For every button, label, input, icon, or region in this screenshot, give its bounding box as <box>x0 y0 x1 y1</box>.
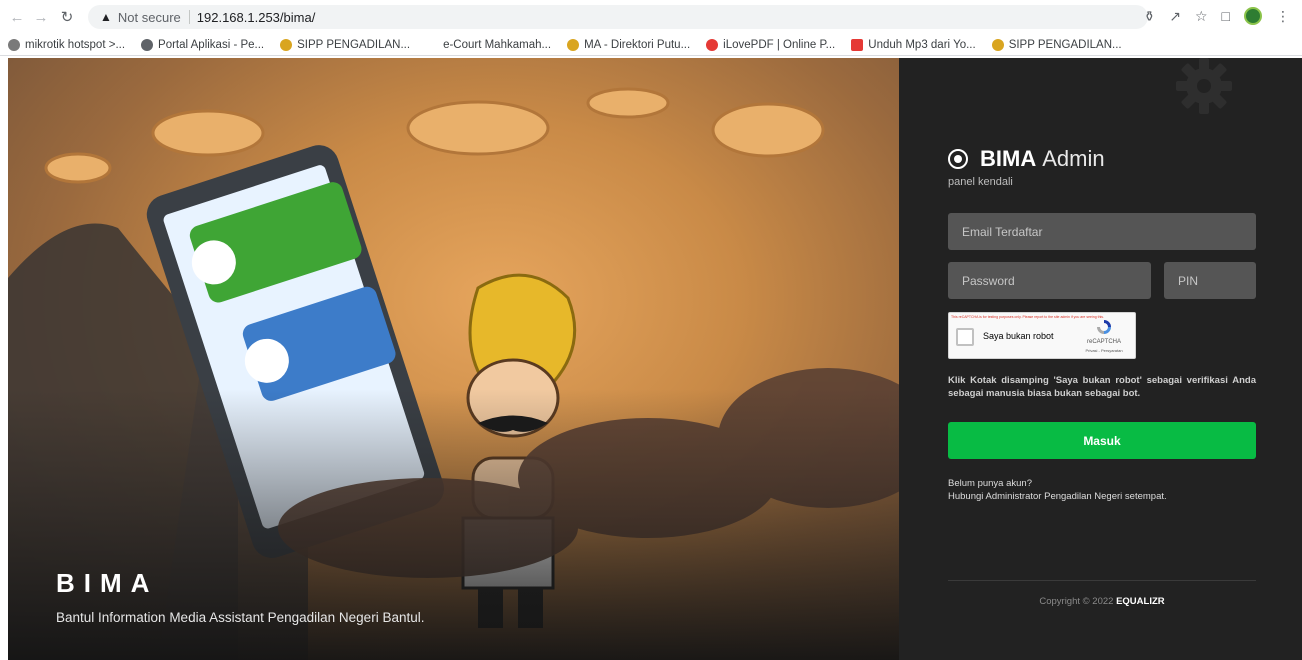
recaptcha-links[interactable]: Privasi - Persyaratan <box>1079 348 1129 353</box>
gear-icon <box>1176 58 1232 114</box>
bookmark-favicon-icon <box>8 38 20 51</box>
bookmark-item[interactable]: Portal Aplikasi - Pe... <box>141 38 264 51</box>
copyright: Copyright © 2022 EQUALIZR <box>948 596 1256 607</box>
brand-heading: BIMA Admin <box>948 146 1105 172</box>
brand-tagline: panel kendali <box>948 176 1013 188</box>
security-status: Not secure <box>117 9 181 25</box>
reload-icon[interactable]: ↻ <box>56 6 78 28</box>
bookmark-item[interactable]: SIPP PENGADILAN... <box>991 38 1122 51</box>
bookmark-item[interactable]: SIPP PENGADILAN... <box>280 38 410 51</box>
key-icon[interactable]: ⚱ <box>1144 8 1156 25</box>
brand-name: BIMA <box>980 146 1037 171</box>
page: BIMA Bantul Information Media Assistant … <box>8 58 1302 660</box>
recaptcha-checkbox[interactable] <box>956 328 974 346</box>
side-panel-icon[interactable]: □ <box>1222 8 1230 24</box>
bookmark-favicon-icon <box>851 38 864 51</box>
extension-icon[interactable] <box>1244 7 1262 25</box>
url-text: 192.168.1.253/bima/ <box>196 9 316 25</box>
captcha-hint: Klik Kotak disamping 'Saya bukan robot' … <box>948 375 1256 399</box>
browser-toolbar: ← → ↻ ▲ Not secure 192.168.1.253/bima/ ⚱… <box>0 0 1302 34</box>
login-button[interactable]: Masuk <box>948 422 1256 459</box>
toolbar-actions: ⚱ ↗ ☆ □ ⋮ <box>1144 7 1290 25</box>
bookmarks-bar: mikrotik hotspot >... Portal Aplikasi - … <box>0 34 1302 56</box>
recaptcha-logo-icon <box>1097 320 1111 334</box>
register-question: Belum punya akun? <box>948 478 1032 489</box>
recaptcha-label: Saya bukan robot <box>983 331 1054 341</box>
register-instruction: Hubungi Administrator Pengadilan Negeri … <box>948 491 1167 502</box>
warning-triangle-icon: ▲ <box>100 10 112 24</box>
bookmark-item[interactable]: Unduh Mp3 dari Yo... <box>851 38 976 51</box>
forward-arrow-icon[interactable]: → <box>30 6 52 28</box>
bookmark-favicon-icon <box>991 38 1004 51</box>
recaptcha-widget: This reCAPTCHA is for testing purposes o… <box>948 312 1136 359</box>
menu-dots-icon[interactable]: ⋮ <box>1276 8 1290 25</box>
bookmark-item[interactable]: iLovePDF | Online P... <box>706 38 835 51</box>
password-field[interactable] <box>948 262 1151 299</box>
bookmark-favicon-icon <box>706 38 719 51</box>
copyright-brand[interactable]: EQUALIZR <box>1116 596 1165 607</box>
bookmark-favicon-icon <box>280 38 293 51</box>
bookmark-favicon-icon <box>141 38 154 51</box>
star-icon[interactable]: ☆ <box>1195 8 1208 25</box>
target-icon <box>948 149 968 169</box>
brand-suffix: Admin <box>1042 146 1105 171</box>
address-bar[interactable]: ▲ Not secure 192.168.1.253/bima/ <box>88 5 1148 29</box>
footer-divider <box>948 580 1256 581</box>
bookmark-item[interactable]: MA - Direktori Putu... <box>567 38 690 51</box>
hero-subtitle: Bantul Information Media Assistant Penga… <box>56 610 425 625</box>
bookmark-item[interactable]: mikrotik hotspot >... <box>8 38 125 51</box>
pin-field[interactable] <box>1164 262 1256 299</box>
back-arrow-icon[interactable]: ← <box>6 6 28 28</box>
bookmark-favicon-icon <box>567 38 580 51</box>
login-panel: BIMA Admin panel kendali This reCAPTCHA … <box>899 58 1302 660</box>
recaptcha-brand: reCAPTCHA <box>1086 339 1121 345</box>
share-icon[interactable]: ↗ <box>1169 8 1181 25</box>
omnibox-separator <box>188 10 190 24</box>
bookmark-favicon-icon <box>426 38 439 51</box>
hero-banner: BIMA Bantul Information Media Assistant … <box>8 58 899 660</box>
bookmark-item[interactable]: e-Court Mahkamah... <box>426 38 551 51</box>
hero-title: BIMA <box>56 568 159 598</box>
email-field[interactable] <box>948 213 1256 250</box>
copyright-text: Copyright © 2022 <box>1039 596 1114 607</box>
